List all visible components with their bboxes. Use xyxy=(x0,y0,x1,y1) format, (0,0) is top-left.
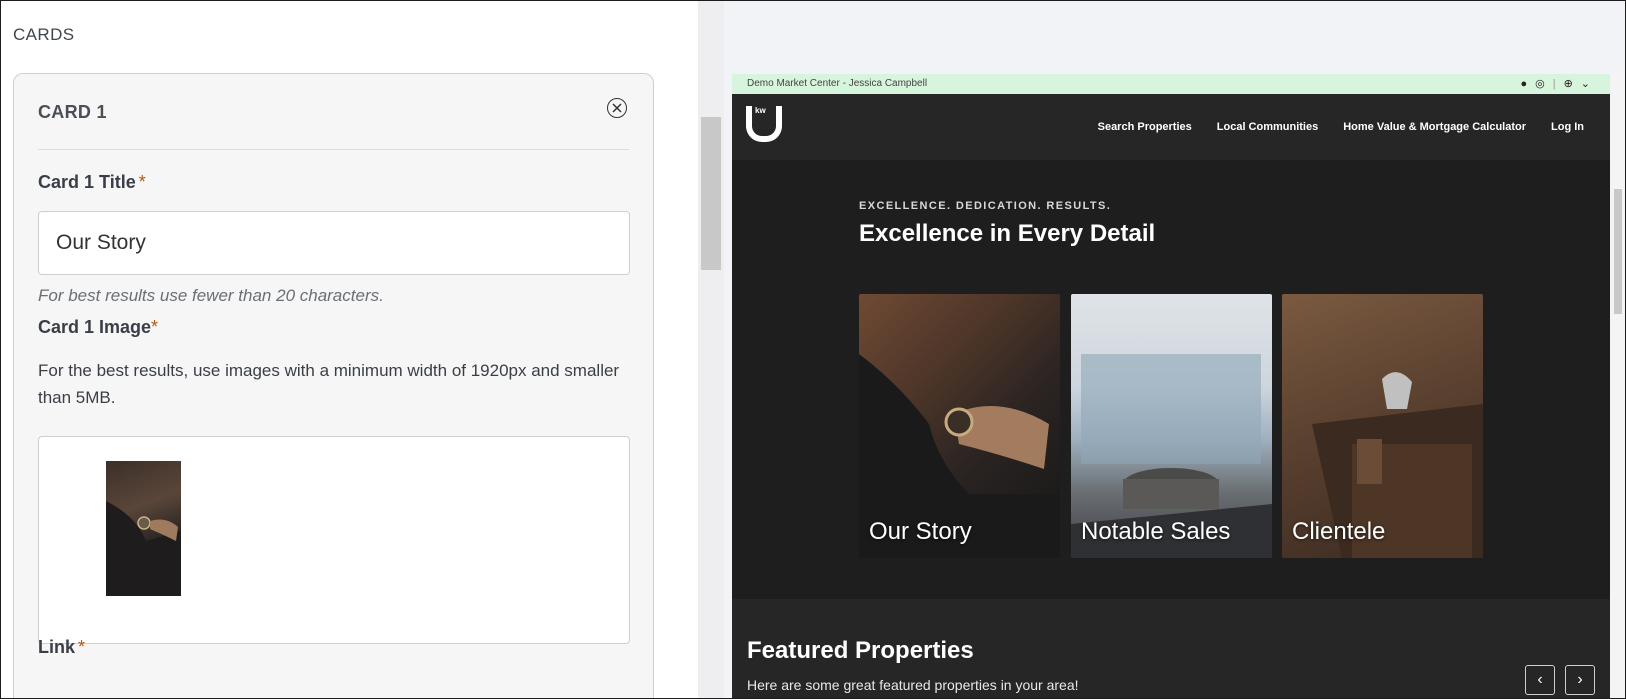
nav-item-log-in[interactable]: Log In xyxy=(1551,121,1584,133)
nav-item-home-value[interactable]: Home Value & Mortgage Calculator xyxy=(1343,121,1526,133)
editor-panel: CARDS CARD 1 Card 1 Title * Our Story For… xyxy=(0,0,698,699)
topbar-icons: ● ◎ | ⊕ ⌄ xyxy=(1520,77,1590,91)
card-heading: CARD 1 xyxy=(38,102,107,122)
promo-card-label: Clientele xyxy=(1292,518,1386,545)
title-hint: For best results use fewer than 20 chara… xyxy=(38,286,384,305)
hero-section: EXCELLENCE. DEDICATION. RESULTS. Excelle… xyxy=(732,160,1610,599)
close-icon xyxy=(612,103,622,113)
globe-icon[interactable]: ⊕ xyxy=(1564,77,1573,90)
promo-card-label: Notable Sales xyxy=(1081,518,1231,545)
promo-card-notable-sales[interactable]: Notable Sales xyxy=(1071,294,1272,558)
featured-subtitle: Here are some great featured properties … xyxy=(747,677,1079,693)
card-editor: CARD 1 Card 1 Title * Our Story For best … xyxy=(13,73,654,699)
agent-name: Demo Market Center - Jessica Campbell xyxy=(747,78,928,89)
required-mark: * xyxy=(138,172,146,192)
chevron-right-icon: › xyxy=(1577,671,1583,688)
facebook-icon[interactable]: ● xyxy=(1520,78,1527,90)
card-title-value: Our Story xyxy=(56,231,146,254)
site-topbar: Demo Market Center - Jessica Campbell ● … xyxy=(732,74,1610,94)
instagram-icon[interactable]: ◎ xyxy=(1535,77,1545,90)
remove-card-button[interactable] xyxy=(607,98,627,118)
preview-scrollbar-thumb[interactable] xyxy=(1614,189,1622,314)
card-title-input[interactable]: Our Story xyxy=(38,211,630,275)
title-label-text: Card 1 Title xyxy=(38,172,136,192)
editor-scrollbar[interactable] xyxy=(698,0,724,699)
image-field-label: Card 1 Image* xyxy=(38,317,158,338)
carousel-next-button[interactable]: › xyxy=(1565,665,1595,695)
section-title: CARDS xyxy=(13,25,75,44)
chevron-down-icon[interactable]: ⌄ xyxy=(1581,77,1590,90)
featured-section: Featured Properties Here are some great … xyxy=(732,599,1610,699)
card-divider xyxy=(38,149,629,150)
site-preview: Demo Market Center - Jessica Campbell ● … xyxy=(732,74,1610,699)
scrollbar-thumb[interactable] xyxy=(701,117,721,270)
promo-card-our-story[interactable]: Our Story xyxy=(859,294,1060,558)
image-thumbnail[interactable] xyxy=(106,461,181,596)
featured-title: Featured Properties xyxy=(747,637,974,664)
promo-card-label: Our Story xyxy=(869,518,972,545)
required-mark: * xyxy=(78,637,86,657)
title-field-label: Card 1 Title * xyxy=(38,172,146,193)
promo-card-clientele[interactable]: Clientele xyxy=(1282,294,1483,558)
link-label-text: Link xyxy=(38,637,76,657)
logo-text: kw xyxy=(755,106,766,115)
chevron-left-icon: ‹ xyxy=(1537,671,1543,688)
preview-scrollbar[interactable] xyxy=(1611,74,1625,699)
hero-title: Excellence in Every Detail xyxy=(859,220,1156,247)
site-nav: Search Properties Local Communities Home… xyxy=(1098,121,1584,133)
nav-item-local-communities[interactable]: Local Communities xyxy=(1217,121,1318,133)
link-field-label: Link * xyxy=(38,637,85,658)
hero-eyebrow: EXCELLENCE. DEDICATION. RESULTS. xyxy=(859,200,1112,212)
divider: | xyxy=(1552,77,1556,90)
nav-item-search-properties[interactable]: Search Properties xyxy=(1098,121,1192,133)
kw-logo[interactable]: kw xyxy=(746,106,782,142)
image-label-text: Card 1 Image xyxy=(38,317,152,337)
site-navbar: kw Search Properties Local Communities H… xyxy=(732,94,1610,160)
image-upload-area[interactable] xyxy=(38,436,630,644)
image-description: For the best results, use images with a … xyxy=(38,361,620,407)
watch-image xyxy=(106,501,181,596)
carousel-prev-button[interactable]: ‹ xyxy=(1525,665,1555,695)
required-mark: * xyxy=(151,317,159,337)
